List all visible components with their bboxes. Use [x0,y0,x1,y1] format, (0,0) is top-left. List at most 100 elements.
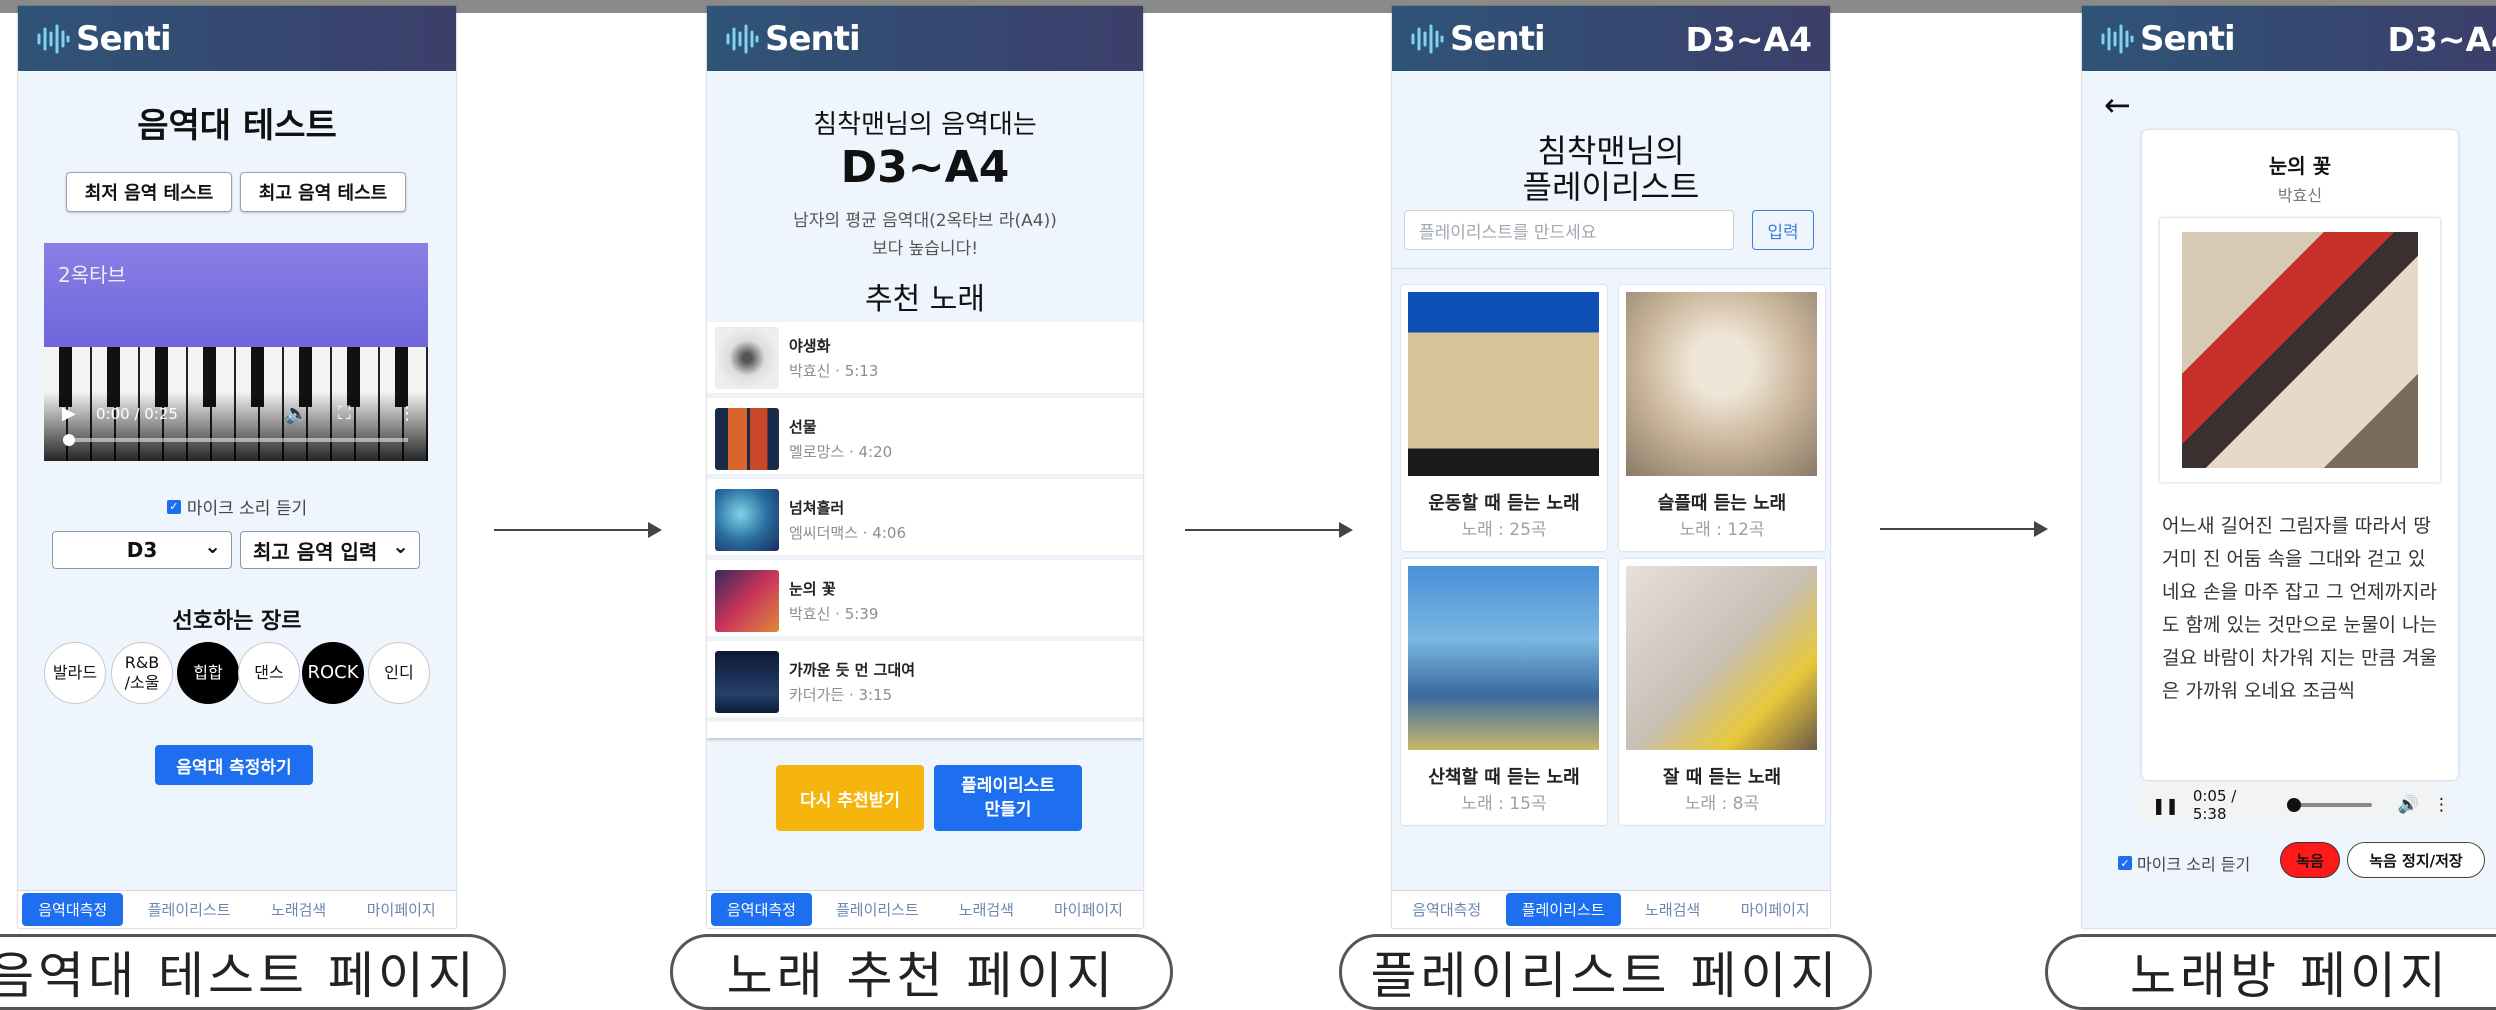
fullscreen-icon[interactable]: ⛶ [338,403,351,424]
cover-image [1408,566,1599,750]
measure-button[interactable]: 음역대 측정하기 [155,745,313,785]
playlist-title-2: 플레이리스트 [1522,168,1700,206]
nav-search[interactable]: 노래검색 [1629,893,1716,926]
app-header: Senti D3~A4 [1392,6,1830,71]
song-title: 눈의 꽃 [789,579,836,598]
playlist-card[interactable]: 운동할 때 듣는 노래 노래 : 25곡 [1401,285,1607,551]
piano-keys [44,347,428,461]
video-player[interactable]: 2옥타브 ▶ 0:00 / 0:25 🔈 ⛶ ⋮ [44,243,428,461]
genre-indie[interactable]: 인디 [368,642,430,704]
soundwave-icon [1411,24,1444,53]
low-test-button[interactable]: 최저 음역 테스트 [66,172,232,212]
volume-icon[interactable]: 🔊 [2398,795,2419,815]
logo[interactable]: Senti [36,19,172,59]
song-sub: 박효신 · 5:39 [789,604,879,623]
stop-save-button[interactable]: 녹음 정지/저장 [2347,842,2485,878]
back-icon[interactable]: ← [2104,86,2131,124]
make-playlist-button[interactable]: 플레이리스트 만들기 [934,765,1082,831]
nav-playlist[interactable]: 플레이리스트 [820,893,935,926]
genre-ballad[interactable]: 발라드 [44,642,106,704]
mic-toggle[interactable]: ✓ 마이크 소리 듣기 [2118,851,2250,875]
header-range: D3~A4 [1685,20,1812,59]
song-title: 가까운 듯 먼 그대여 [789,660,916,679]
playlist-card[interactable]: 슬플때 듣는 노래 노래 : 12곡 [1619,285,1825,551]
pause-icon[interactable]: ❚❚ [2152,796,2179,815]
logo[interactable]: Senti [725,19,861,59]
audio-knob[interactable] [2286,798,2301,812]
song-item[interactable]: 넘쳐흘러 엠씨더맥스 · 4:06 [707,484,1143,560]
result-line: 침착맨님의 음역대는 [813,110,1037,140]
soundwave-icon [37,24,70,53]
playlist-title: 잘 때 듣는 노래 [1662,767,1782,788]
playlist-card[interactable]: 잘 때 듣는 노래 노래 : 8곡 [1619,559,1825,825]
bottom-nav: 음역대측정 플레이리스트 노래검색 마이페이지 [707,890,1143,928]
cover-image [1408,292,1599,476]
song-sub: 멜로망스 · 4:20 [789,442,893,461]
low-note-select[interactable]: D3 [52,531,232,569]
flow-arrow-1 [494,522,662,538]
volume-icon[interactable]: 🔈 [284,401,309,425]
song-title: 눈의 꽃 [2268,154,2332,178]
genre-hiphop[interactable]: 힙합 [177,642,239,704]
song-item[interactable]: 가까운 듯 먼 그대여 카더가든 · 3:15 [707,646,1143,722]
high-note-select[interactable]: 최고 음역 입력 [240,531,420,569]
song-title: 선물 [789,417,817,436]
phone-range-test: Senti 음역대 테스트 최저 음역 테스트 최고 음역 테스트 2옥타브 ▶… [18,6,456,928]
album-art [715,569,779,632]
app-header: Senti D3~A4 [2082,6,2496,71]
playlist-name-input[interactable]: 플레이리스트를 만드세요 [1404,210,1734,250]
soundwave-icon [726,24,759,53]
song-item[interactable]: 선물멜로망스 · 4:20 [707,403,1143,479]
mic-checkbox[interactable]: ✓ [2118,856,2132,870]
song-item[interactable]: 눈의 꽃박효신 · 5:39 [707,565,1143,641]
video-time: 0:00 / 0:25 [96,405,178,423]
playlist-title: 산책할 때 듣는 노래 [1428,767,1580,788]
logo[interactable]: Senti [2100,19,2236,59]
genre-rock[interactable]: ROCK [302,642,364,704]
record-button[interactable]: 녹음 [2280,842,2340,878]
mic-checkbox[interactable]: ✓ [166,499,181,514]
album-art [715,326,779,389]
song-sub: 박효신 · 5:13 [789,361,879,380]
playlist-title: 운동할 때 듣는 노래 [1428,493,1580,514]
result-range: D3~A4 [840,142,1010,193]
album-art [2160,218,2440,482]
high-test-button[interactable]: 최고 음역 테스트 [240,172,406,212]
mic-label: 마이크 소리 듣기 [2137,855,2251,874]
app-header: Senti [707,6,1143,71]
caption-playlist: 플레이리스트 페이지 [1339,934,1872,1010]
bottom-nav: 음역대측정 플레이리스트 노래검색 마이페이지 [18,890,456,928]
nav-search[interactable]: 노래검색 [255,893,342,926]
retry-button[interactable]: 다시 추천받기 [776,765,924,831]
playlist-count: 노래 : 15곡 [1461,794,1547,814]
result-desc-1: 남자의 평균 음역대(2옥타브 라(A4)) [793,211,1057,231]
phone-recommend: Senti 침착맨님의 음역대는 D3~A4 남자의 평균 음역대(2옥타브 라… [707,6,1143,928]
nav-range[interactable]: 음역대측정 [1396,893,1497,926]
phone-karaoke: Senti D3~A4 ← 눈의 꽃 박효신 어느새 길어진 그림자를 따라서 … [2082,6,2496,928]
playlist-count: 노래 : 12곡 [1679,520,1765,540]
video-progress[interactable] [63,434,408,446]
genre-rnb[interactable]: R&B /소울 [111,642,173,704]
nav-range[interactable]: 음역대측정 [22,893,124,926]
nav-search[interactable]: 노래검색 [943,893,1030,926]
mic-toggle[interactable]: ✓ 마이크 소리 듣기 [18,494,456,519]
song-item[interactable]: 야생화 박효신 · 5:13 [707,322,1143,398]
audio-player[interactable]: ❚❚ 0:05 / 5:38 🔊 ⋮ [2134,782,2450,828]
genre-dance[interactable]: 댄스 [238,642,300,704]
nav-mypage[interactable]: 마이페이지 [351,893,452,926]
input-button[interactable]: 입력 [1752,210,1814,250]
play-icon[interactable]: ▶ [62,403,76,424]
audio-time: 0:05 / 5:38 [2192,787,2237,823]
playlist-card[interactable]: 산책할 때 듣는 노래 노래 : 15곡 [1401,559,1607,825]
nav-range[interactable]: 음역대측정 [710,893,812,926]
audio-progress[interactable] [2286,798,2372,812]
more-icon[interactable]: ⋮ [2433,795,2450,815]
logo[interactable]: Senti [1410,18,1546,59]
nav-playlist[interactable]: 플레이리스트 [132,893,247,926]
header-range: D3~A4 [2387,20,2496,59]
brand-name: Senti [1450,18,1546,59]
nav-playlist[interactable]: 플레이리스트 [1505,893,1621,926]
more-icon[interactable]: ⋮ [398,403,416,424]
nav-mypage[interactable]: 마이페이지 [1725,893,1826,926]
nav-mypage[interactable]: 마이페이지 [1038,893,1139,926]
